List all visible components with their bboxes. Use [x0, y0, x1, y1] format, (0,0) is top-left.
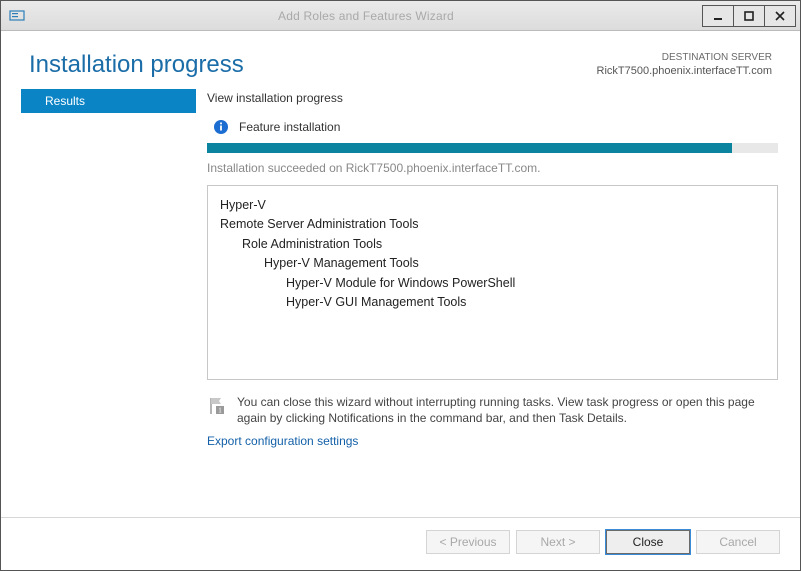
close-button[interactable] — [764, 5, 796, 27]
tree-item: Hyper-V Module for Windows PowerShell — [220, 274, 765, 293]
cancel-button: Cancel — [696, 530, 780, 554]
tree-item: Hyper-V Management Tools — [220, 254, 765, 273]
header-row: Installation progress DESTINATION SERVER… — [1, 31, 800, 89]
sidebar-item-label: Results — [45, 94, 85, 108]
status-text: Installation succeeded on RickT7500.phoe… — [207, 161, 778, 175]
sidebar: Results — [1, 89, 201, 517]
destination-info: DESTINATION SERVER RickT7500.phoenix.int… — [597, 51, 772, 78]
destination-label: DESTINATION SERVER — [597, 51, 772, 64]
server-manager-icon — [9, 8, 25, 24]
tree-item: Hyper-V — [220, 196, 765, 215]
installed-features-box: Hyper-V Remote Server Administration Too… — [207, 185, 778, 380]
window-title: Add Roles and Features Wizard — [29, 9, 703, 23]
footer: < Previous Next > Close Cancel — [1, 517, 800, 570]
content-area: Installation progress DESTINATION SERVER… — [1, 31, 800, 570]
progress-bar-fill — [207, 143, 732, 153]
feature-installation-label: Feature installation — [239, 120, 340, 134]
wizard-window: Add Roles and Features Wizard Installati… — [0, 0, 801, 571]
notice-text: You can close this wizard without interr… — [237, 394, 778, 426]
tree-item: Hyper-V GUI Management Tools — [220, 293, 765, 312]
minimize-button[interactable] — [702, 5, 734, 27]
close-wizard-button[interactable]: Close — [606, 530, 690, 554]
svg-text:1: 1 — [218, 407, 222, 415]
next-button: Next > — [516, 530, 600, 554]
tree-item: Remote Server Administration Tools — [220, 215, 765, 234]
body-row: Results View installation progress Featu… — [1, 89, 800, 517]
destination-server: RickT7500.phoenix.interfaceTT.com — [597, 64, 772, 78]
view-progress-label: View installation progress — [207, 91, 778, 105]
previous-button: < Previous — [426, 530, 510, 554]
flag-icon: 1 — [207, 396, 227, 416]
notice-row: 1 You can close this wizard without inte… — [207, 394, 778, 426]
export-settings-link[interactable]: Export configuration settings — [207, 434, 358, 448]
window-controls — [703, 5, 796, 27]
info-icon — [213, 119, 229, 135]
titlebar: Add Roles and Features Wizard — [1, 1, 800, 31]
page-title: Installation progress — [29, 51, 244, 79]
main-panel: View installation progress Feature insta… — [201, 89, 790, 517]
tree-item: Role Administration Tools — [220, 235, 765, 254]
sidebar-item-results[interactable]: Results — [21, 89, 196, 113]
feature-row: Feature installation — [207, 119, 778, 135]
progress-bar — [207, 143, 778, 153]
maximize-button[interactable] — [733, 5, 765, 27]
